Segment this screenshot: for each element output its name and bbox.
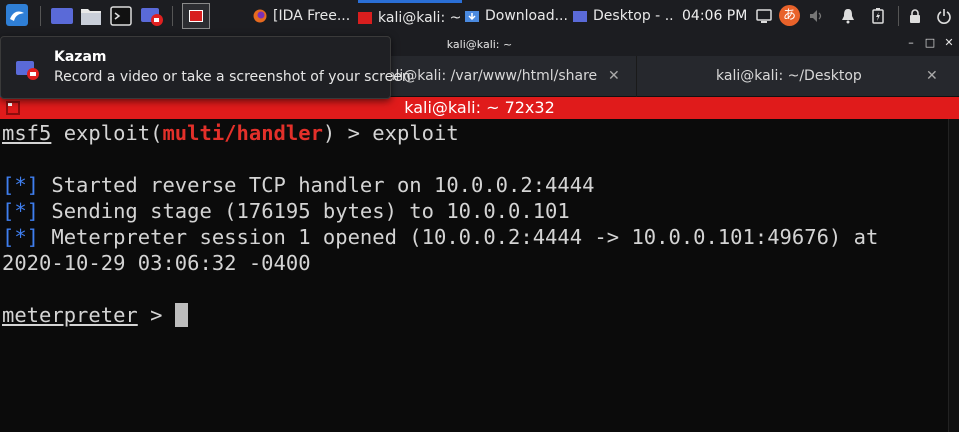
kali-menu-icon[interactable] (6, 4, 28, 26)
task-label: Desktop - ... (593, 8, 673, 24)
close-window-button[interactable]: ✕ (943, 37, 955, 49)
firefox-icon (253, 9, 267, 23)
download-folder-icon (465, 11, 479, 22)
terminal-size-title: kali@kali: ~ 72x32 (404, 98, 555, 117)
tooltip-body: Record a video or take a screenshot of y… (54, 69, 411, 85)
terminal-icon (358, 11, 372, 24)
status-tag: [*] (2, 225, 40, 249)
kazam-tooltip: Kazam Record a video or take a screensho… (0, 36, 411, 99)
panel-separator (898, 6, 899, 26)
battery-icon[interactable] (870, 8, 886, 24)
msf-prompt-line: msf5 exploit(multi/handler) > exploit (2, 121, 459, 145)
lock-screen-icon[interactable] (907, 8, 923, 24)
kazam-launcher-icon[interactable] (140, 5, 164, 27)
task-desktop[interactable]: Desktop - ... (573, 0, 673, 32)
tooltip-title: Kazam (54, 49, 107, 65)
terminal-title-bar: kali@kali: ~ 72x32 (0, 97, 959, 119)
terminal-output[interactable]: msf5 exploit(multi/handler) > exploit [*… (0, 119, 948, 432)
workspace-switcher[interactable] (182, 3, 210, 29)
tab-separator (636, 56, 637, 97)
power-icon[interactable] (936, 8, 952, 24)
tab-desktop[interactable]: kali@kali: ~/Desktop (716, 56, 862, 97)
task-label: Download... (485, 8, 567, 24)
meterpreter-prompt-line: meterpreter > (2, 302, 188, 328)
tab-close-icon[interactable]: ✕ (926, 56, 938, 97)
show-desktop-icon[interactable] (50, 7, 74, 25)
file-manager-icon[interactable] (80, 6, 102, 26)
output-line: [*] Meterpreter session 1 opened (10.0.0… (2, 225, 879, 249)
task-terminal[interactable]: kali@kali: ~ (358, 0, 462, 32)
text-cursor (174, 303, 188, 327)
panel-separator (172, 6, 173, 26)
status-tag: [*] (2, 199, 40, 223)
minimize-button[interactable]: – (905, 37, 917, 49)
kazam-icon (16, 61, 39, 80)
maximize-button[interactable]: □ (924, 37, 936, 49)
panel-clock[interactable]: 04:06 PM (682, 0, 747, 32)
terminal-launcher-icon[interactable] (110, 6, 132, 26)
msf-prompt: msf5 (2, 121, 52, 145)
tab-var-www-html-share[interactable]: kali@kali: /var/www/html/share (379, 56, 597, 97)
desktop-folder-icon (573, 11, 587, 22)
panel-separator (40, 6, 41, 26)
output-line-wrap: 2020-10-29 03:06:32 -0400 (2, 251, 311, 275)
task-downloads[interactable]: Download... (465, 0, 567, 32)
task-label: [IDA Free... (273, 8, 351, 24)
output-line: [*] Sending stage (176195 bytes) to 10.0… (2, 199, 570, 223)
notification-bell-icon[interactable] (840, 8, 856, 24)
task-ida-free[interactable]: [IDA Free... (253, 0, 353, 32)
meterpreter-prompt: meterpreter (2, 303, 138, 327)
status-tag: [*] (2, 173, 40, 197)
display-icon[interactable] (756, 8, 772, 24)
volume-muted-icon[interactable] (808, 8, 824, 24)
module-name: multi/handler (162, 121, 323, 145)
top-panel: [IDA Free... kali@kali: ~ Download... De… (0, 0, 959, 32)
task-label: kali@kali: ~ (378, 9, 462, 26)
tab-close-icon[interactable]: ✕ (608, 56, 620, 97)
input-method-icon[interactable]: あ (779, 5, 800, 26)
output-line: [*] Started reverse TCP handler on 10.0.… (2, 173, 595, 197)
terminal-scrollbar[interactable] (948, 119, 959, 432)
